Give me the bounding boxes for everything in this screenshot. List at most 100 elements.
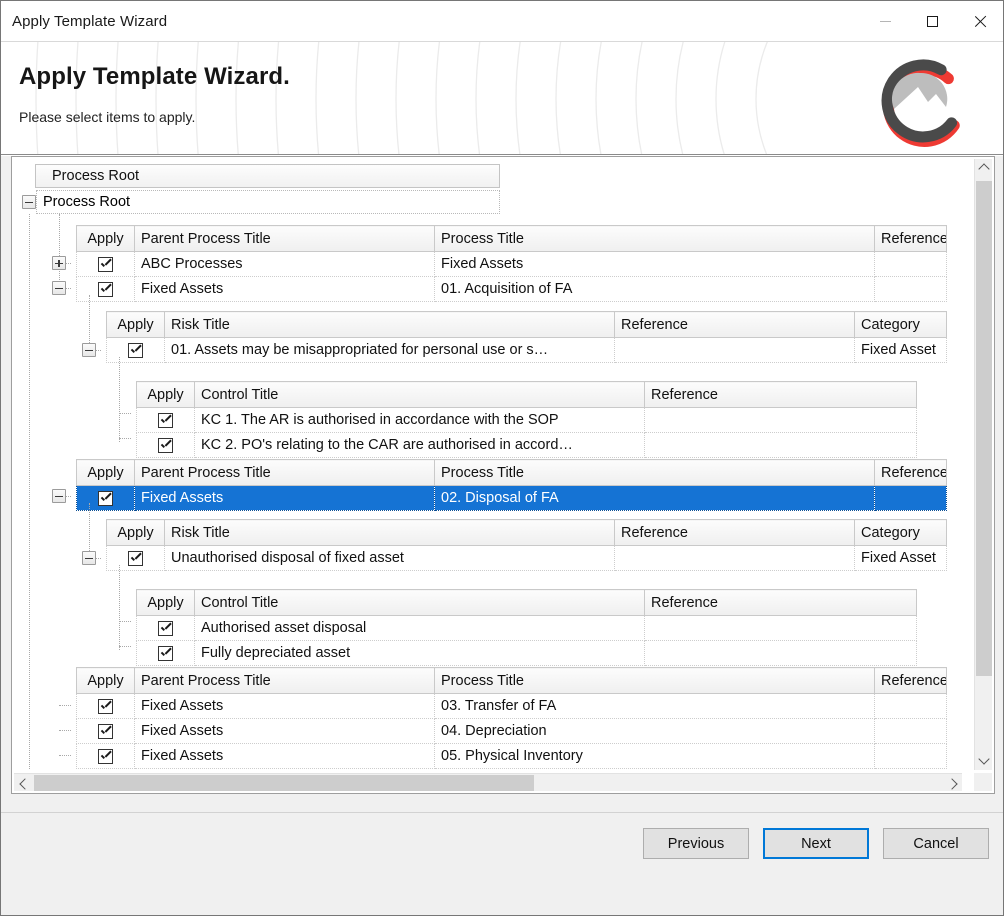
col-risk-title[interactable]: Risk Title — [164, 519, 615, 546]
apply-checkbox-cell[interactable] — [106, 545, 165, 571]
apply-checkbox-cell[interactable] — [76, 743, 135, 769]
previous-button[interactable]: Previous — [643, 828, 749, 859]
horizontal-scrollbar[interactable] — [14, 773, 962, 791]
checkbox-checked-icon[interactable] — [98, 748, 113, 764]
close-button[interactable] — [956, 1, 1003, 42]
col-reference[interactable]: Reference — [874, 225, 947, 252]
scroll-up-button[interactable] — [975, 159, 992, 177]
col-parent-process-title[interactable]: Parent Process Title — [134, 225, 435, 252]
checkbox-checked-icon[interactable] — [158, 437, 173, 453]
col-apply[interactable]: Apply — [76, 667, 135, 694]
checkbox-checked-icon[interactable] — [158, 645, 173, 661]
checkbox-checked-icon[interactable] — [98, 256, 113, 272]
table-row[interactable]: Fully depreciated asset — [136, 640, 917, 666]
apply-checkbox-cell[interactable] — [76, 693, 135, 719]
g1-row2-expander[interactable] — [52, 281, 66, 295]
cell-reference — [614, 545, 855, 571]
apply-checkbox-cell[interactable] — [76, 718, 135, 744]
cell-parent-process-title: Fixed Assets — [134, 485, 435, 511]
vertical-scrollbar-thumb[interactable] — [976, 181, 992, 676]
maximize-button[interactable] — [909, 1, 956, 42]
col-process-title[interactable]: Process Title — [434, 459, 875, 486]
root-collapse-icon[interactable] — [22, 195, 36, 209]
scroll-down-button[interactable] — [975, 752, 992, 770]
col-reference[interactable]: Reference — [614, 519, 855, 546]
col-reference[interactable]: Reference — [644, 381, 917, 408]
col-control-title[interactable]: Control Title — [194, 381, 645, 408]
process-group-3: Apply Parent Process Title Process Title… — [76, 667, 947, 769]
col-process-title[interactable]: Process Title — [434, 225, 875, 252]
col-parent-process-title[interactable]: Parent Process Title — [134, 459, 435, 486]
table-row-selected[interactable]: Fixed Assets 02. Disposal of FA — [76, 485, 947, 511]
checkbox-checked-icon[interactable] — [128, 550, 143, 566]
next-button[interactable]: Next — [763, 828, 869, 859]
minimize-button[interactable] — [862, 1, 909, 42]
collapse-icon[interactable] — [52, 489, 66, 503]
checkbox-checked-icon[interactable] — [98, 490, 113, 506]
checkbox-checked-icon[interactable] — [158, 412, 173, 428]
col-parent-process-title[interactable]: Parent Process Title — [134, 667, 435, 694]
collapse-icon[interactable] — [82, 551, 96, 565]
col-reference[interactable]: Reference — [644, 589, 917, 616]
process-root-node[interactable]: Process Root — [22, 190, 500, 214]
collapse-icon[interactable] — [52, 281, 66, 295]
checkbox-checked-icon[interactable] — [158, 620, 173, 636]
col-reference[interactable]: Reference — [614, 311, 855, 338]
collapse-icon[interactable] — [82, 343, 96, 357]
apply-checkbox-cell[interactable] — [76, 485, 135, 511]
g5-row1-expander[interactable] — [82, 551, 96, 565]
col-apply[interactable]: Apply — [76, 459, 135, 486]
scroll-left-button[interactable] — [14, 774, 32, 791]
table-row[interactable]: 01. Assets may be misappropriated for pe… — [106, 337, 947, 363]
apply-checkbox-cell[interactable] — [136, 432, 195, 458]
col-category[interactable]: Category — [854, 519, 947, 546]
window-title: Apply Template Wizard — [12, 12, 168, 30]
horizontal-scrollbar-thumb[interactable] — [34, 775, 534, 791]
process-root-bar[interactable]: Process Root — [35, 164, 500, 188]
chevron-up-icon — [980, 164, 988, 172]
col-reference[interactable]: Reference — [874, 459, 947, 486]
control-group-2: Apply Control Title Reference Authorised… — [136, 589, 917, 666]
checkbox-checked-icon[interactable] — [98, 698, 113, 714]
checkbox-checked-icon[interactable] — [128, 342, 143, 358]
table-row[interactable]: Authorised asset disposal — [136, 615, 917, 641]
col-apply[interactable]: Apply — [106, 519, 165, 546]
apply-checkbox-cell[interactable] — [76, 276, 135, 302]
table-row[interactable]: KC 1. The AR is authorised in accordance… — [136, 407, 917, 433]
col-risk-title[interactable]: Risk Title — [164, 311, 615, 338]
apply-checkbox-cell[interactable] — [76, 251, 135, 277]
tree-line-g7-h2 — [59, 730, 71, 731]
col-apply[interactable]: Apply — [136, 381, 195, 408]
vertical-scrollbar[interactable] — [974, 159, 992, 770]
col-apply[interactable]: Apply — [76, 225, 135, 252]
cell-category: Fixed Asset — [854, 545, 947, 571]
col-process-title[interactable]: Process Title — [434, 667, 875, 694]
col-reference[interactable]: Reference — [874, 667, 947, 694]
process-group-3-table: Apply Parent Process Title Process Title… — [76, 667, 947, 769]
table-row[interactable]: Unauthorised disposal of fixed asset Fix… — [106, 545, 947, 571]
col-category[interactable]: Category — [854, 311, 947, 338]
checkbox-checked-icon[interactable] — [98, 723, 113, 739]
col-apply[interactable]: Apply — [106, 311, 165, 338]
table-row[interactable]: Fixed Assets 04. Depreciation — [76, 718, 947, 744]
tree-line-g6-h1 — [119, 621, 131, 622]
apply-checkbox-cell[interactable] — [106, 337, 165, 363]
apply-checkbox-cell[interactable] — [136, 640, 195, 666]
scroll-right-button[interactable] — [944, 774, 962, 791]
table-row[interactable]: Fixed Assets 03. Transfer of FA — [76, 693, 947, 719]
table-row[interactable]: Fixed Assets 01. Acquisition of FA — [76, 276, 947, 302]
col-control-title[interactable]: Control Title — [194, 589, 645, 616]
table-row[interactable]: Fixed Assets 05. Physical Inventory — [76, 743, 947, 769]
chevron-down-icon — [980, 757, 988, 765]
g4-row1-expander[interactable] — [52, 489, 66, 503]
expand-icon[interactable] — [52, 256, 66, 270]
table-row[interactable]: KC 2. PO's relating to the CAR are autho… — [136, 432, 917, 458]
g2-row1-expander[interactable] — [82, 343, 96, 357]
apply-checkbox-cell[interactable] — [136, 407, 195, 433]
g1-row1-expander[interactable] — [52, 256, 66, 270]
col-apply[interactable]: Apply — [136, 589, 195, 616]
table-row[interactable]: ABC Processes Fixed Assets — [76, 251, 947, 277]
checkbox-checked-icon[interactable] — [98, 281, 113, 297]
cancel-button[interactable]: Cancel — [883, 828, 989, 859]
apply-checkbox-cell[interactable] — [136, 615, 195, 641]
